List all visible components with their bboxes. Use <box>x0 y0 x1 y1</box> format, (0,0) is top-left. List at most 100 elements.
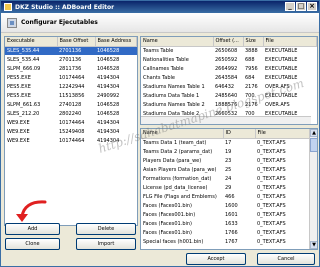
close-button[interactable]: × <box>307 2 317 11</box>
table-cell: 15249408 <box>59 128 85 135</box>
table-cell: Stadiums Data Table 1 <box>143 92 200 99</box>
column-header[interactable]: Executable <box>5 37 58 47</box>
settings-icon <box>7 17 17 28</box>
table-cell: FLG File (Flags and Emblems) <box>143 193 217 200</box>
table-cell: Nationalities Table <box>143 56 189 63</box>
scroll-thumb[interactable] <box>310 138 317 152</box>
table-cell: 1046528 <box>97 56 120 63</box>
table-cell: Faces (Faces01.bin) <box>143 229 192 236</box>
table-cell: 0_TEXT.AFS <box>257 175 286 182</box>
table-cell: 684 <box>245 74 255 81</box>
table-cell: 1046528 <box>95 46 137 55</box>
scroll-down-icon[interactable]: ▼ <box>310 241 317 249</box>
table-cell: Faces (Faces001.bin) <box>143 211 196 218</box>
table-cell: 2643584 <box>215 74 238 81</box>
executable-row[interactable]: PES5.EXE 12242944 4194304 <box>5 82 137 91</box>
table-cell: 466 <box>225 193 235 200</box>
table-cell: 1046528 <box>97 65 120 72</box>
file-row[interactable]: Asian Players Data (para_we) 25 0_TEXT.AFS <box>141 165 317 174</box>
table-cell: 0_TEXT.AFS <box>257 184 286 191</box>
table-cell: 12242944 <box>59 83 85 90</box>
table-cell: WE9.EXE <box>7 119 30 126</box>
table-cell: SLES_212.20 <box>7 110 40 117</box>
table-cell: EXECUTABLE <box>265 47 298 54</box>
table-cell: WE9.EXE <box>7 137 30 144</box>
table-cell: 2811736 <box>59 65 82 72</box>
cancel-button[interactable]: Cancel <box>257 253 315 265</box>
table-cell: 10174464 <box>59 119 85 126</box>
table-cell: 1633 <box>225 220 238 227</box>
table-cell: 0_TEXT.AFS <box>257 238 286 245</box>
table-cell: 29 <box>225 184 232 191</box>
column-header[interactable]: Base Offset <box>57 37 96 47</box>
file-row[interactable]: License (pd_data_license) 29 0_TEXT.AFS <box>141 183 317 192</box>
table-cell: SLES_535.44 <box>5 46 57 55</box>
table-cell: 0_TEXT.AFS <box>257 211 286 218</box>
file-row[interactable]: Special faces (h001.bin) 1767 0_TEXT.AFS <box>141 237 317 246</box>
table-cell: 0_TEXT.AFS <box>257 202 286 209</box>
executable-row[interactable]: SLPM_666.09 2811736 1046528 <box>5 64 137 73</box>
table-cell: 0_TEXT.AFS <box>257 166 286 173</box>
table-cell: PES5.EXE <box>7 83 31 90</box>
table-cell: WE9.EXE <box>7 128 30 135</box>
executable-row[interactable]: SLES_535.44 2701136 1046528 <box>5 46 137 55</box>
add-button[interactable]: Add <box>5 223 60 235</box>
accept-button[interactable]: Accept <box>186 253 246 265</box>
table-cell: 3888 <box>245 47 258 54</box>
table-row[interactable]: Teams Table 2650608 3888 EXECUTABLE <box>141 46 317 55</box>
table-cell: SLES_535.44 <box>7 56 40 63</box>
file-row[interactable]: Faces (Faces01.bin) 1766 0_TEXT.AFS <box>141 228 317 237</box>
table-cell: SLPM_666.09 <box>7 65 41 72</box>
table-cell: License (pd_data_license) <box>143 184 208 191</box>
column-header[interactable]: File <box>263 37 317 47</box>
minimize-button[interactable]: _ <box>285 2 295 11</box>
file-row[interactable]: Faces (Faces001.bin) 1601 0_TEXT.AFS <box>141 210 317 219</box>
table-cell: PES5.EXE <box>7 74 31 81</box>
column-header[interactable]: Offset (... <box>213 37 244 47</box>
table-cell: 0_TEXT.AFS <box>257 220 286 227</box>
column-header[interactable]: Name <box>141 37 214 47</box>
table-row[interactable]: Nationalities Table 2650592 688 EXECUTABLE <box>141 55 317 64</box>
table-cell: Teams Table <box>143 47 174 54</box>
delete-button[interactable]: Delete <box>76 223 136 235</box>
table-cell: 7956 <box>245 65 258 72</box>
table-cell: 0_TEXT.AFS <box>257 193 286 200</box>
table-cell: 688 <box>245 56 255 63</box>
executable-row[interactable]: PES5.EXE 11513856 2490992 <box>5 91 137 100</box>
table-cell: 1767 <box>225 238 238 245</box>
table-cell: 2490992 <box>97 92 120 99</box>
editor-window: DKZ Studio :: ADBoard Editor _ □ × Confi… <box>0 0 320 267</box>
file-row[interactable]: FLG File (Flags and Emblems) 466 0_TEXT.AF… <box>141 192 317 201</box>
column-header[interactable]: Base Address <box>95 37 137 47</box>
executable-row[interactable]: PES5.EXE 10174464 4194304 <box>5 73 137 82</box>
table-cell: 646432 <box>215 83 235 90</box>
file-row[interactable]: Faces (Faces01.bin) 1633 0_TEXT.AFS <box>141 219 317 228</box>
executable-row[interactable]: SLES_535.44 2701136 1046528 <box>5 55 137 64</box>
table-cell: 2701136 <box>59 56 82 63</box>
file-row[interactable]: Faces (Faces01.bin) 1600 0_TEXT.AFS <box>141 201 317 210</box>
scroll-up-icon[interactable]: ▲ <box>310 129 317 137</box>
dialog-title: Configurar Ejecutables <box>21 19 98 26</box>
title-bar: DKZ Studio :: ADBoard Editor _ □ × <box>1 1 319 13</box>
table-cell: SLPM_661.63 <box>7 101 41 108</box>
dialog-header: Configurar Ejecutables <box>1 13 319 33</box>
maximize-button[interactable]: □ <box>296 2 306 11</box>
table-cell: Formations (formation_dat) <box>143 175 212 182</box>
table-cell: EXECUTABLE <box>265 65 298 72</box>
table-cell: 1766 <box>225 229 238 236</box>
table-cell: 25 <box>225 166 232 173</box>
table-row[interactable]: Callnames Table 2664992 7956 EXECUTABLE <box>141 64 317 73</box>
table-cell: Chants Table <box>143 74 175 81</box>
file-row[interactable]: Formations (formation_dat) 24 0_TEXT.AFS <box>141 174 317 183</box>
import-button[interactable]: Import <box>76 238 136 250</box>
column-header[interactable]: Size <box>243 37 264 47</box>
clone-button[interactable]: Clone <box>5 238 60 250</box>
watermark: http://sahabatmapine.blogspot.com <box>97 76 306 156</box>
table-cell: 0_TEXT.AFS <box>257 229 286 236</box>
table-cell: 10174464 <box>59 74 85 81</box>
vertical-scrollbar[interactable]: ▲ ▼ <box>309 129 317 249</box>
table-cell: 1600 <box>225 202 238 209</box>
table-cell: Special faces (h001.bin) <box>143 238 204 245</box>
table-cell: 2701136 <box>57 46 95 55</box>
table-cell: 2650608 <box>215 47 238 54</box>
